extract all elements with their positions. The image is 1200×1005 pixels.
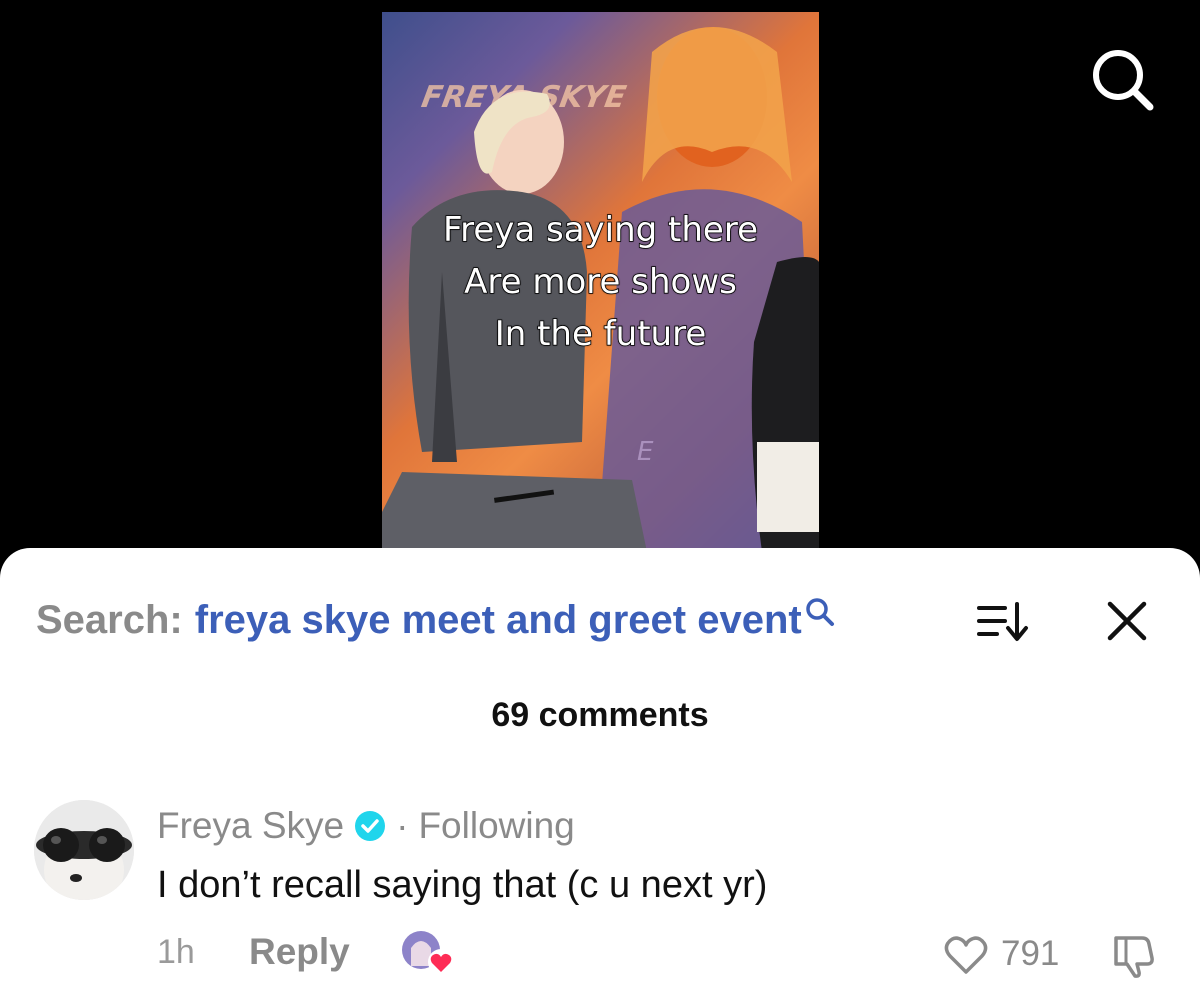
following-label: Following <box>418 805 575 846</box>
comment-author[interactable]: Freya Skye <box>157 805 344 847</box>
search-icon <box>805 598 834 626</box>
search-query-link[interactable]: freya skye meet and greet event <box>195 598 802 643</box>
like-heart-icon[interactable] <box>943 934 989 976</box>
verified-badge-icon <box>355 811 386 841</box>
like-count: 791 <box>1001 934 1060 973</box>
comment-time: 1h <box>157 933 195 971</box>
comment-author-row: Freya Skye · Following <box>157 802 575 850</box>
reply-button[interactable]: Reply <box>249 931 350 973</box>
related-search[interactable]: Search: freya skye meet and greet event <box>36 592 836 648</box>
caption-line: In the future <box>494 313 707 355</box>
avatar-dog-goggles-image <box>34 800 134 900</box>
caption-line: Freya saying there <box>442 209 759 251</box>
banner-small-text: E <box>637 437 654 467</box>
comment-text: I don’t recall saying that (c u next yr) <box>157 864 768 906</box>
creator-liked-avatar-icon <box>402 931 454 975</box>
comments-sheet: Search: freya skye meet and greet event … <box>0 548 1200 1005</box>
dislike-icon[interactable] <box>1108 930 1158 980</box>
sort-icon[interactable] <box>975 600 1031 644</box>
close-icon[interactable] <box>1104 598 1150 644</box>
search-icon[interactable] <box>1088 45 1158 115</box>
avatar[interactable] <box>34 800 134 900</box>
separator-dot: · <box>396 805 409 846</box>
video-player[interactable]: FREYA SKYE E Freya saying there Are more… <box>382 12 819 552</box>
caption-line: Are more shows <box>463 261 737 303</box>
search-prefix: Search: <box>36 597 183 642</box>
comment-count: 69 comments <box>491 696 709 734</box>
video-caption: Freya saying there Are more shows In the… <box>382 204 819 360</box>
